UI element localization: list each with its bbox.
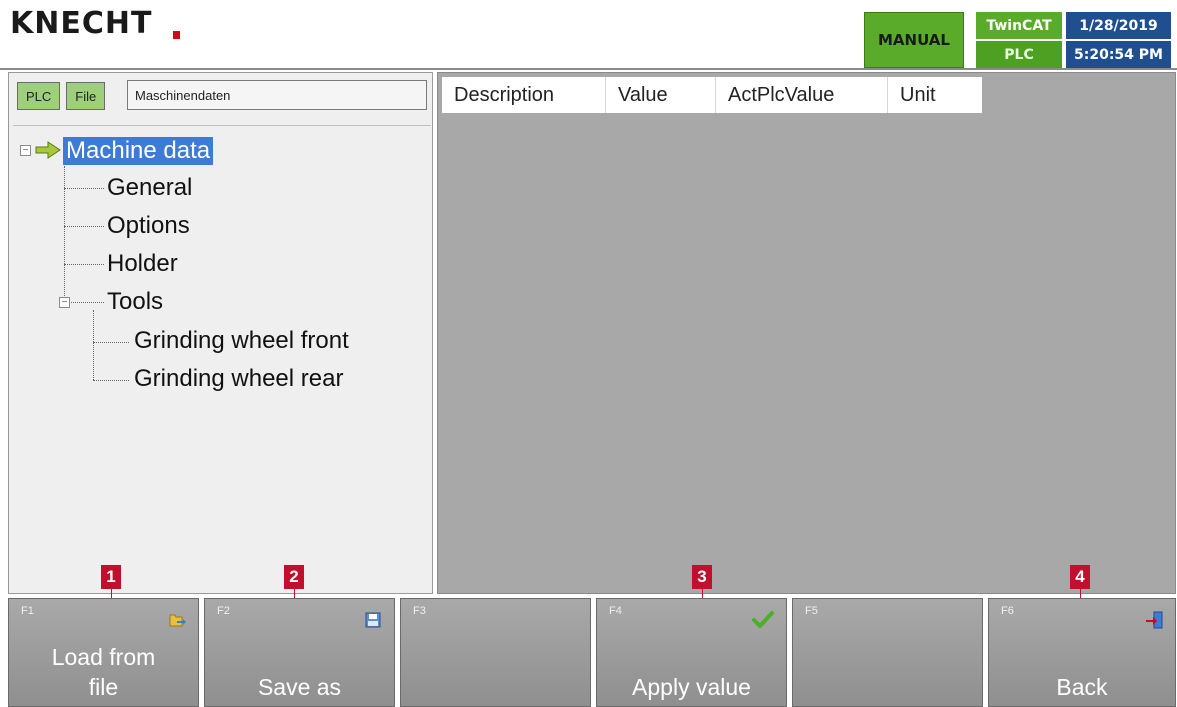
machine-data-tree: − − Machine data General Options Holder … — [13, 125, 431, 591]
callout-marker: 4 — [1070, 565, 1090, 589]
f1-load-from-file-button[interactable]: F1 Load from file — [8, 598, 199, 707]
tree-item-grinding-wheel-rear[interactable]: Grinding wheel rear — [134, 362, 343, 396]
callout-marker: 1 — [101, 565, 121, 589]
tree-item-tools[interactable]: Tools — [107, 285, 163, 319]
tree-item-label: Grinding wheel rear — [134, 365, 344, 392]
knecht-logo: KNECHT — [10, 6, 153, 41]
tree-connector — [93, 310, 94, 380]
callout-marker: 3 — [692, 565, 712, 589]
tree-item-options[interactable]: Options — [107, 209, 190, 243]
fkey-label-line: file — [88, 674, 119, 700]
tree-connector — [64, 166, 65, 300]
parameter-table-panel: Description Value ActPlcValue Unit — [437, 72, 1176, 594]
f6-back-button[interactable]: F6 Back — [988, 598, 1176, 707]
path-field[interactable]: Maschinendaten — [127, 80, 427, 110]
f3-button[interactable]: F3 — [400, 598, 591, 707]
fkey-label: Save as — [257, 674, 342, 700]
tree-panel: PLC File Maschinendaten − − Machine data… — [8, 72, 433, 594]
fkey-number: F6 — [1001, 605, 1014, 617]
fkey-number: F2 — [217, 605, 230, 617]
fkey-label: Apply value — [632, 674, 751, 700]
tree-connector — [93, 342, 129, 343]
tree-connector — [64, 188, 104, 189]
tree-item-grinding-wheel-front[interactable]: Grinding wheel front — [134, 324, 349, 358]
tree-item-label: Tools — [107, 288, 164, 315]
tree-item-general[interactable]: General — [107, 171, 192, 205]
file-source-button[interactable]: File — [66, 82, 106, 110]
fkey-number: F1 — [21, 605, 34, 617]
plc-source-button[interactable]: PLC — [17, 82, 61, 110]
tree-item-machine-data[interactable]: Machine data — [63, 134, 214, 168]
tree-connector — [64, 226, 104, 227]
folder-load-icon — [169, 614, 186, 627]
fkey-number: F4 — [609, 605, 622, 617]
tree-item-label: Machine data — [63, 137, 214, 165]
source-selector: PLC File — [17, 80, 106, 112]
exit-door-icon — [1146, 611, 1163, 629]
collapse-machine-data-icon[interactable]: − — [20, 145, 31, 156]
collapse-tools-icon[interactable]: − — [59, 297, 70, 308]
callout-marker: 2 — [284, 565, 304, 589]
table-header: Description Value ActPlcValue Unit — [442, 77, 982, 113]
column-header-value[interactable]: Value — [606, 77, 716, 113]
f4-apply-value-button[interactable]: F4 Apply value — [596, 598, 787, 707]
fkey-number: F5 — [805, 605, 818, 617]
tree-connector — [64, 264, 104, 265]
f5-button[interactable]: F5 — [792, 598, 983, 707]
f2-save-as-button[interactable]: F2 Save as — [204, 598, 395, 707]
time-display: 5:20:54 PM — [1066, 41, 1171, 68]
save-disk-icon — [365, 612, 381, 628]
tree-item-label: Holder — [107, 250, 178, 277]
checkmark-icon — [752, 611, 774, 628]
date-display: 1/28/2019 — [1066, 12, 1171, 39]
plc-indicator: PLC — [976, 41, 1062, 68]
column-header-description[interactable]: Description — [442, 77, 606, 113]
fkey-label: Load from file — [9, 642, 198, 702]
tree-item-holder[interactable]: Holder — [107, 247, 178, 281]
logo-red-dot — [173, 31, 180, 39]
twincat-indicator: TwinCAT — [976, 12, 1062, 39]
column-header-unit[interactable]: Unit — [888, 77, 982, 113]
function-key-bar: F1 Load from file F2 Save as F3 F4 Apply… — [8, 598, 1177, 707]
fkey-label-line: Load from — [51, 644, 156, 670]
tree-item-label: Grinding wheel front — [134, 327, 349, 354]
tree-item-label: Options — [107, 212, 190, 239]
mode-indicator: MANUAL — [864, 12, 964, 68]
tree-connector — [93, 380, 129, 381]
tree-connector — [71, 302, 104, 303]
tree-item-label: General — [107, 174, 193, 201]
header-bar: KNECHT MANUAL TwinCAT PLC 1/28/2019 5:20… — [0, 0, 1177, 70]
fkey-number: F3 — [413, 605, 426, 617]
arrow-right-icon — [35, 141, 61, 159]
column-header-actplcvalue[interactable]: ActPlcValue — [716, 77, 888, 113]
fkey-label: Back — [1056, 674, 1108, 700]
